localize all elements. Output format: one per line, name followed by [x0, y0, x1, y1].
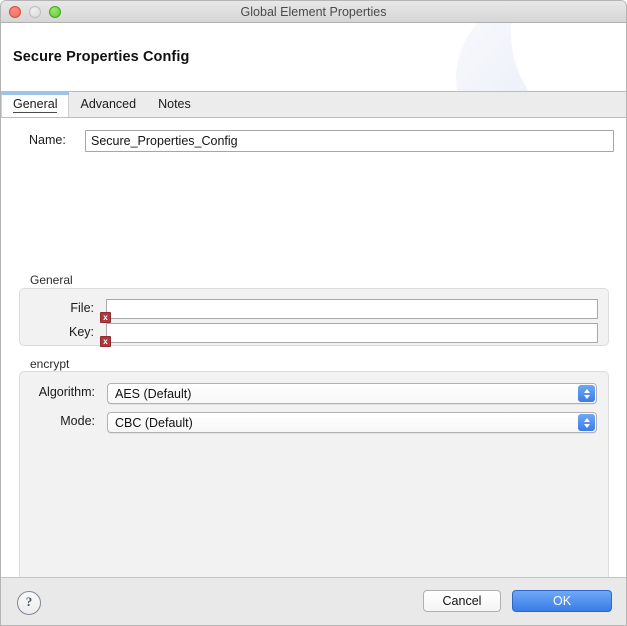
name-input[interactable]: [85, 130, 614, 152]
dialog-footer: ? Cancel OK: [1, 577, 626, 625]
cancel-button[interactable]: Cancel: [423, 590, 501, 612]
tab-notes[interactable]: Notes: [147, 92, 202, 117]
file-input[interactable]: [106, 299, 598, 319]
dialog-window: Global Element Properties Secure Propert…: [0, 0, 627, 626]
key-error-icon: x: [100, 336, 111, 347]
file-error-icon: x: [100, 312, 111, 323]
tab-advanced-label: Advanced: [80, 97, 137, 111]
mode-selected-value: CBC (Default): [115, 416, 193, 430]
key-label: Key:: [68, 325, 94, 339]
file-label: File:: [70, 301, 94, 315]
chevron-updown-icon[interactable]: [578, 385, 595, 402]
field-row-algorithm: Algorithm: AES (Default): [39, 383, 597, 405]
name-row: Name:: [1, 130, 626, 152]
algorithm-label: Algorithm:: [38, 385, 95, 399]
chevron-updown-icon[interactable]: [578, 414, 595, 431]
dialog-header: Secure Properties Config: [1, 23, 626, 92]
mode-select[interactable]: CBC (Default): [107, 412, 597, 433]
help-icon[interactable]: ?: [17, 591, 41, 615]
name-label: Name:: [29, 133, 66, 147]
tab-strip: General Advanced Notes: [1, 92, 626, 118]
title-bar: Global Element Properties: [1, 1, 626, 23]
tab-notes-label: Notes: [158, 97, 191, 111]
algorithm-selected-value: AES (Default): [115, 387, 192, 401]
mode-label: Mode:: [60, 414, 95, 428]
tab-advanced[interactable]: Advanced: [69, 92, 147, 117]
group-title-general: General: [30, 273, 73, 287]
header-decoration-overlay-icon: [511, 23, 626, 91]
tab-general[interactable]: General: [1, 92, 70, 117]
dialog-content: Name: General File: x Key: x encrypt Alg…: [1, 118, 626, 625]
page-title: Secure Properties Config: [13, 49, 190, 65]
ok-button[interactable]: OK: [512, 590, 612, 612]
field-row-mode: Mode: CBC (Default): [60, 412, 597, 434]
key-input[interactable]: [106, 323, 598, 343]
window-title: Global Element Properties: [240, 5, 387, 19]
tab-general-label: General: [13, 97, 58, 113]
field-row-file: File: x: [70, 299, 598, 323]
field-row-key: Key: x: [69, 323, 598, 347]
algorithm-select[interactable]: AES (Default): [107, 383, 597, 404]
group-title-encrypt: encrypt: [30, 357, 70, 371]
